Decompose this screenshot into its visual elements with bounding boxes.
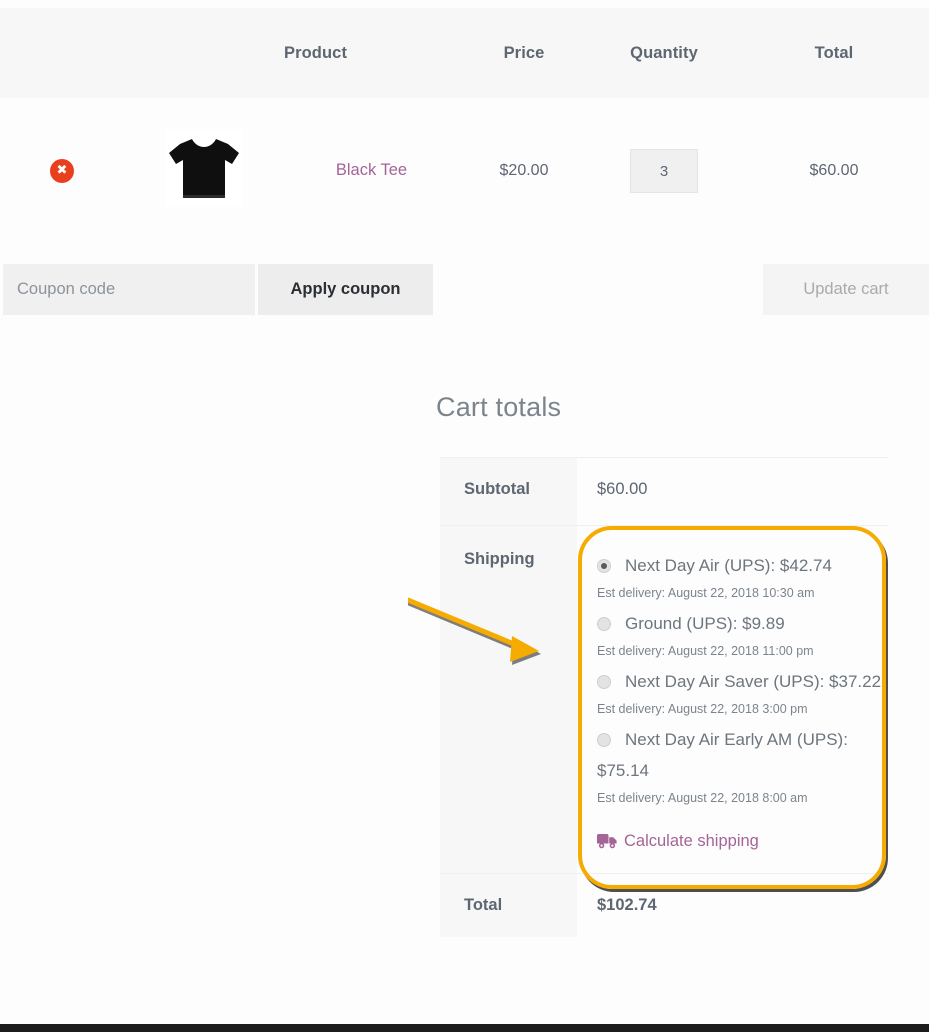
shipping-method-list: Next Day Air (UPS): $42.74 Est delivery:… xyxy=(597,550,888,812)
list-item: Ground (UPS): $9.89 Est delivery: August… xyxy=(597,608,888,665)
subtotal-value: $60.00 xyxy=(577,457,888,526)
truck-icon xyxy=(597,834,617,849)
cell-product: Black Tee xyxy=(284,98,459,243)
cart-totals-heading: Cart totals xyxy=(436,392,562,422)
cell-thumbnail xyxy=(124,98,284,243)
subtotal-row: Subtotal $60.00 xyxy=(440,457,888,526)
radio-next-day-air-early-am[interactable] xyxy=(597,732,611,747)
update-cart-button[interactable]: Update cart xyxy=(763,264,929,315)
shipping-option-next-day-air-saver[interactable]: Next Day Air Saver (UPS): $37.22 xyxy=(597,666,888,697)
shipping-eta: Est delivery: August 22, 2018 8:00 am xyxy=(597,791,808,805)
coupon-code-input[interactable] xyxy=(3,264,255,315)
column-header-price: Price xyxy=(459,8,589,98)
shop-cart-table: Product Price Quantity Total ✖ Black Tee… xyxy=(0,8,929,243)
list-item: Next Day Air Early AM (UPS): $75.14 Est … xyxy=(597,724,888,812)
column-header-quantity: Quantity xyxy=(589,8,739,98)
shipping-option-label: Ground (UPS): $9.89 xyxy=(625,614,785,633)
shipping-option-label: Next Day Air Saver (UPS): $37.22 xyxy=(625,672,882,691)
column-header-thumbnail xyxy=(124,8,284,98)
bottom-bar xyxy=(0,1024,929,1032)
list-item: Next Day Air Saver (UPS): $37.22 Est del… xyxy=(597,666,888,723)
shipping-option-label: Next Day Air Early AM (UPS): $75.14 xyxy=(597,730,848,780)
order-total-label: Total xyxy=(440,873,577,937)
shipping-option-ground[interactable]: Ground (UPS): $9.89 xyxy=(597,608,888,639)
cart-totals-table: Subtotal $60.00 Shipping Next Day Air (U… xyxy=(440,457,888,937)
radio-ground[interactable] xyxy=(597,616,611,631)
cart-header-row: Product Price Quantity Total xyxy=(0,8,929,98)
shipping-eta: Est delivery: August 22, 2018 10:30 am xyxy=(597,586,815,600)
calculate-shipping-label: Calculate shipping xyxy=(624,832,759,850)
cart-table-body: ✖ Black Tee $20.00 3 $60.00 xyxy=(0,98,929,243)
shipping-option-label: Next Day Air (UPS): $42.74 xyxy=(625,556,832,575)
subtotal-label: Subtotal xyxy=(440,457,577,526)
black-tee-thumbnail[interactable] xyxy=(165,129,243,207)
shipping-option-next-day-air[interactable]: Next Day Air (UPS): $42.74 xyxy=(597,550,888,581)
tshirt-icon xyxy=(169,139,239,198)
calculate-shipping-link[interactable]: Calculate shipping xyxy=(597,832,888,851)
shipping-eta: Est delivery: August 22, 2018 11:00 pm xyxy=(597,644,814,658)
quantity-input[interactable]: 3 xyxy=(630,148,698,193)
coupon-actions-row: Apply coupon Update cart xyxy=(0,264,929,315)
shipping-options-cell: Next Day Air (UPS): $42.74 Est delivery:… xyxy=(577,525,888,874)
table-row: ✖ Black Tee $20.00 3 $60.00 xyxy=(0,98,929,243)
shipping-eta: Est delivery: August 22, 2018 3:00 pm xyxy=(597,702,808,716)
apply-coupon-button[interactable]: Apply coupon xyxy=(258,264,433,315)
column-header-product: Product xyxy=(284,8,459,98)
shipping-label: Shipping xyxy=(440,525,577,874)
shipping-row: Shipping Next Day Air (UPS): $42.74 Est … xyxy=(440,525,888,874)
cart-page: Product Price Quantity Total ✖ Black Tee… xyxy=(0,0,929,1032)
cell-quantity: 3 xyxy=(589,98,739,243)
order-total-row: Total $102.74 xyxy=(440,873,888,937)
list-item: Next Day Air (UPS): $42.74 Est delivery:… xyxy=(597,550,888,607)
radio-next-day-air[interactable] xyxy=(597,558,611,573)
cell-line-total: $60.00 xyxy=(739,98,929,243)
product-link-black-tee[interactable]: Black Tee xyxy=(336,161,407,179)
cell-price: $20.00 xyxy=(459,98,589,243)
shipping-option-next-day-air-early-am[interactable]: Next Day Air Early AM (UPS): $75.14 xyxy=(597,724,888,786)
remove-x-icon[interactable]: ✖ xyxy=(50,158,74,183)
column-header-total: Total xyxy=(739,8,929,98)
radio-next-day-air-saver[interactable] xyxy=(597,674,611,689)
cart-table-header: Product Price Quantity Total xyxy=(0,8,929,98)
cell-remove: ✖ xyxy=(0,98,124,243)
column-header-remove xyxy=(0,8,124,98)
order-total-value: $102.74 xyxy=(577,873,888,937)
